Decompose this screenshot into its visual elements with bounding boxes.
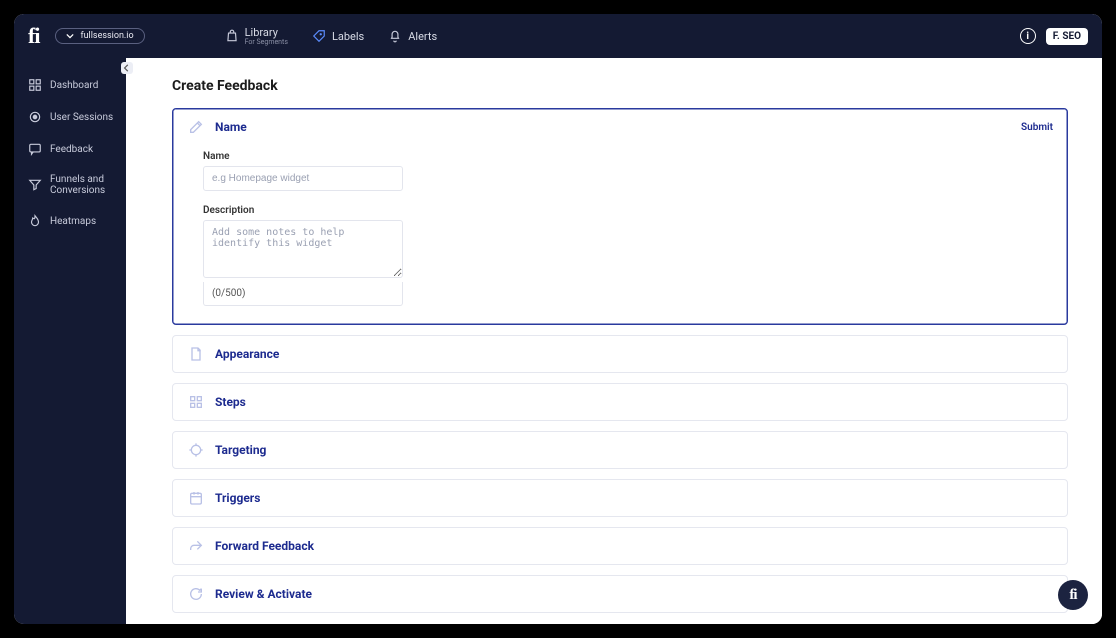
main-content: Create Feedback Name Submit Name bbox=[126, 58, 1102, 624]
section-header-name[interactable]: Name Submit bbox=[173, 109, 1067, 145]
section-title-steps: Steps bbox=[215, 395, 246, 409]
description-counter: (0/500) bbox=[203, 282, 403, 306]
nav-library[interactable]: Library For Segments bbox=[225, 26, 288, 46]
sidebar-item-user-sessions[interactable]: User Sessions bbox=[14, 104, 126, 130]
section-targeting: Targeting bbox=[172, 431, 1068, 469]
sidebar-label-funnels: Funnels and Conversions bbox=[50, 174, 116, 196]
description-textarea[interactable] bbox=[203, 220, 403, 278]
tag-icon bbox=[312, 29, 326, 43]
section-header-steps[interactable]: Steps bbox=[173, 384, 1067, 420]
bell-icon bbox=[388, 29, 402, 43]
info-icon[interactable]: i bbox=[1020, 28, 1036, 44]
user-badge[interactable]: F. SEO bbox=[1046, 28, 1088, 45]
name-field-label: Name bbox=[203, 151, 1045, 162]
floating-help-badge[interactable]: fi bbox=[1058, 580, 1088, 610]
sidebar-label-heatmaps: Heatmaps bbox=[50, 216, 96, 227]
forward-icon bbox=[187, 537, 205, 555]
page-title: Create Feedback bbox=[172, 78, 1068, 94]
section-steps: Steps bbox=[172, 383, 1068, 421]
brand-logo: fi bbox=[28, 23, 39, 49]
target-icon bbox=[28, 110, 42, 124]
flame-icon bbox=[28, 214, 42, 228]
section-header-review[interactable]: Review & Activate bbox=[173, 576, 1067, 612]
section-title-targeting: Targeting bbox=[215, 443, 266, 457]
sidebar-label-feedback: Feedback bbox=[50, 144, 93, 155]
chevron-down-icon bbox=[66, 32, 74, 40]
section-title-name: Name bbox=[215, 120, 247, 134]
section-review: Review & Activate bbox=[172, 575, 1068, 613]
sidebar-item-dashboard[interactable]: Dashboard bbox=[14, 72, 126, 98]
file-icon bbox=[187, 345, 205, 363]
submit-link[interactable]: Submit bbox=[1021, 122, 1053, 133]
funnel-icon bbox=[28, 178, 42, 192]
section-header-triggers[interactable]: Triggers bbox=[173, 480, 1067, 516]
collapse-icon bbox=[123, 64, 131, 72]
sidebar-item-feedback[interactable]: Feedback bbox=[14, 136, 126, 162]
crosshair-icon bbox=[187, 441, 205, 459]
domain-selector[interactable]: fullsession.io bbox=[55, 28, 144, 44]
section-appearance: Appearance bbox=[172, 335, 1068, 373]
section-body-name: Name Description (0/500) bbox=[173, 145, 1067, 324]
section-header-targeting[interactable]: Targeting bbox=[173, 432, 1067, 468]
grid-icon bbox=[28, 78, 42, 92]
section-triggers: Triggers bbox=[172, 479, 1068, 517]
steps-icon bbox=[187, 393, 205, 411]
nav-alerts[interactable]: Alerts bbox=[388, 29, 437, 43]
section-header-appearance[interactable]: Appearance bbox=[173, 336, 1067, 372]
top-navigation: Library For Segments Labels Alerts bbox=[225, 26, 438, 46]
section-title-appearance: Appearance bbox=[215, 347, 279, 361]
nav-alerts-label: Alerts bbox=[408, 30, 437, 43]
section-header-forward[interactable]: Forward Feedback bbox=[173, 528, 1067, 564]
section-title-forward: Forward Feedback bbox=[215, 539, 314, 553]
section-title-triggers: Triggers bbox=[215, 491, 260, 505]
domain-text: fullsession.io bbox=[80, 31, 133, 41]
sidebar: Dashboard User Sessions Feedback Funnels… bbox=[14, 58, 126, 624]
section-forward: Forward Feedback bbox=[172, 527, 1068, 565]
nav-labels-label: Labels bbox=[332, 30, 364, 43]
topbar: fi fullsession.io Library For Segments L… bbox=[14, 14, 1102, 58]
nav-labels[interactable]: Labels bbox=[312, 29, 364, 43]
name-input[interactable] bbox=[203, 166, 403, 191]
chat-icon bbox=[28, 142, 42, 156]
section-title-review: Review & Activate bbox=[215, 587, 312, 601]
sidebar-collapse-toggle[interactable] bbox=[121, 62, 133, 74]
bag-icon bbox=[225, 29, 239, 43]
description-field-label: Description bbox=[203, 205, 1045, 216]
sidebar-label-dashboard: Dashboard bbox=[50, 80, 98, 91]
edit-icon bbox=[187, 118, 205, 136]
sidebar-item-heatmaps[interactable]: Heatmaps bbox=[14, 208, 126, 234]
calendar-icon bbox=[187, 489, 205, 507]
nav-library-sub: For Segments bbox=[245, 39, 288, 46]
refresh-icon bbox=[187, 585, 205, 603]
sidebar-item-funnels[interactable]: Funnels and Conversions bbox=[14, 168, 126, 202]
section-name: Name Submit Name Description (0/500) bbox=[172, 108, 1068, 325]
sidebar-label-user-sessions: User Sessions bbox=[50, 112, 113, 123]
